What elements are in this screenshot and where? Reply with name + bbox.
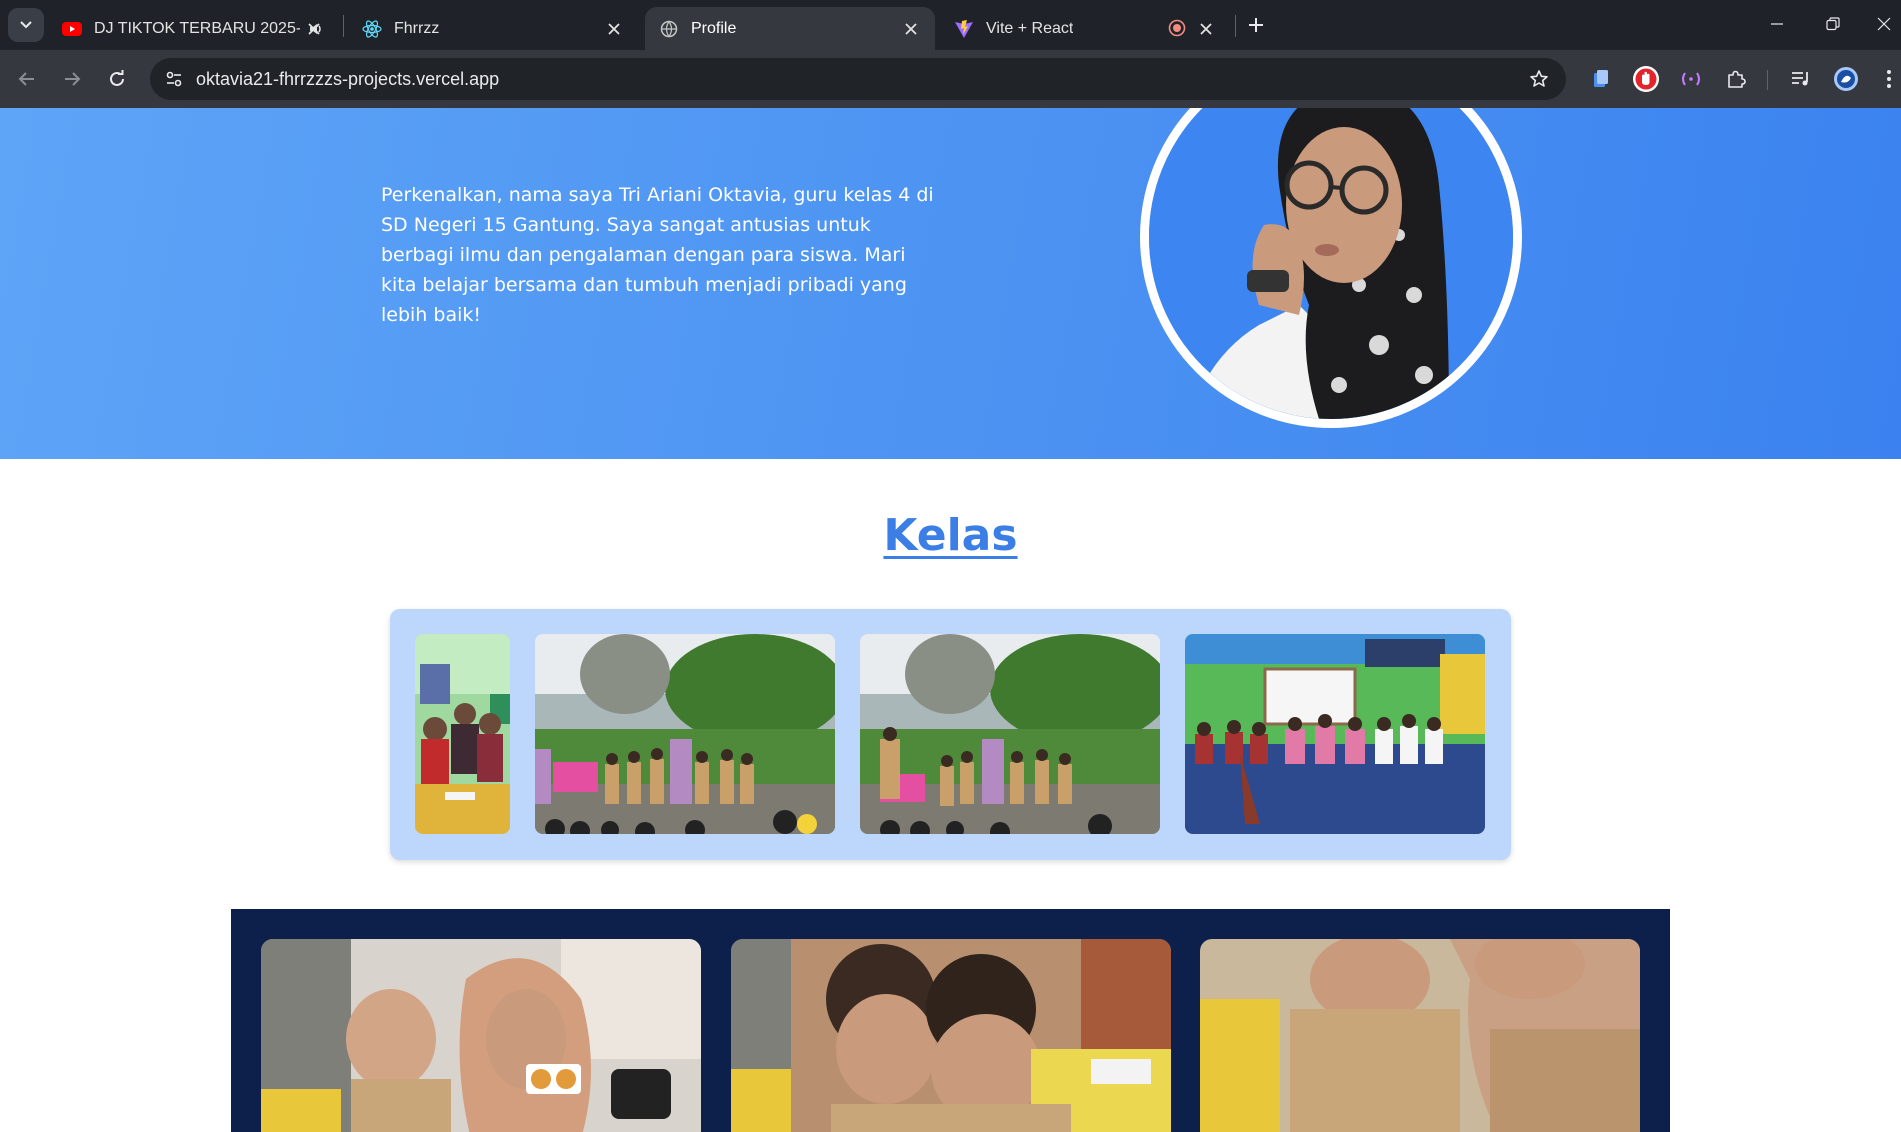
menu-kebab-icon[interactable] — [1876, 64, 1901, 94]
close-icon[interactable] — [604, 19, 624, 39]
tab-title: DJ TIKTOK TERBARU 2025- ♪ — [94, 19, 300, 37]
class-photo[interactable] — [860, 634, 1160, 834]
close-icon — [1877, 17, 1890, 31]
address-bar[interactable]: oktavia21-fhrrzzzs-projects.vercel.app — [150, 58, 1566, 100]
tab-vite-react[interactable]: Vite + React — [940, 7, 1230, 50]
close-icon[interactable] — [901, 19, 921, 39]
class-photo[interactable] — [415, 634, 510, 834]
class-photo[interactable] — [1185, 634, 1485, 834]
close-window-button[interactable] — [1866, 10, 1901, 38]
section-title-kelas: Kelas — [883, 510, 1018, 561]
class-photo[interactable] — [535, 634, 835, 834]
new-tab-button[interactable] — [1242, 11, 1270, 39]
vite-icon — [954, 19, 974, 39]
profile-photo — [1140, 108, 1522, 428]
back-button[interactable] — [12, 64, 42, 94]
react-icon — [362, 19, 382, 39]
media-control-icon[interactable] — [1786, 64, 1816, 94]
arrow-right-icon — [65, 72, 81, 86]
class-photo-carousel[interactable] — [390, 609, 1511, 860]
tab-title: Vite + React — [986, 19, 1074, 37]
intro-text: Perkenalkan, nama saya Tri Ariani Oktavi… — [381, 184, 934, 326]
tab-title: Fhrrzz — [394, 19, 440, 37]
restore-button[interactable] — [1813, 10, 1853, 38]
minimize-icon — [1771, 23, 1783, 25]
site-info-icon[interactable] — [160, 65, 188, 93]
hero-section: Perkenalkan, nama saya Tri Ariani Oktavi… — [0, 108, 1901, 459]
close-icon[interactable] — [304, 19, 324, 39]
arrow-left-icon — [18, 72, 34, 86]
youtube-icon — [62, 19, 82, 39]
extensions-puzzle-icon[interactable] — [1721, 64, 1751, 94]
minimize-button[interactable] — [1757, 10, 1797, 38]
profile-avatar-icon[interactable] — [1831, 64, 1861, 94]
reload-icon — [110, 70, 124, 86]
tab-youtube[interactable]: DJ TIKTOK TERBARU 2025- ♪ — [48, 7, 338, 50]
url-text[interactable]: oktavia21-fhrrzzzs-projects.vercel.app — [196, 69, 499, 90]
page-viewport: Perkenalkan, nama saya Tri Ariani Oktavi… — [0, 108, 1901, 1132]
recording-icon — [1168, 19, 1186, 37]
tab-profile[interactable]: Profile — [645, 7, 935, 50]
plus-icon — [1249, 18, 1263, 32]
reload-button[interactable] — [102, 64, 132, 94]
activity-photo-card[interactable] — [261, 939, 701, 1132]
close-icon[interactable] — [1196, 19, 1216, 39]
browser-toolbar: oktavia21-fhrrzzzs-projects.vercel.app — [0, 50, 1901, 108]
activity-gallery — [231, 909, 1670, 1132]
restore-icon — [1826, 17, 1840, 31]
tab-separator — [1235, 15, 1236, 37]
extension-broadcast-icon[interactable] — [1676, 64, 1706, 94]
tab-separator — [343, 15, 344, 37]
activity-photo-card[interactable] — [1200, 939, 1640, 1132]
extension-docs-icon[interactable] — [1586, 64, 1616, 94]
extension-adblock-icon[interactable] — [1631, 64, 1661, 94]
tab-title: Profile — [691, 19, 737, 37]
forward-button[interactable] — [57, 64, 87, 94]
globe-icon — [659, 19, 679, 39]
tab-strip: DJ TIKTOK TERBARU 2025- ♪ Fhrrzz Profile… — [0, 0, 1901, 50]
tab-search-button[interactable] — [8, 8, 44, 42]
tab-fhrrzz[interactable]: Fhrrzz — [348, 7, 638, 50]
toolbar-separator — [1767, 70, 1768, 90]
chevron-down-icon — [20, 21, 32, 29]
activity-photo-card[interactable] — [731, 939, 1171, 1132]
bookmark-star-icon[interactable] — [1528, 68, 1550, 90]
